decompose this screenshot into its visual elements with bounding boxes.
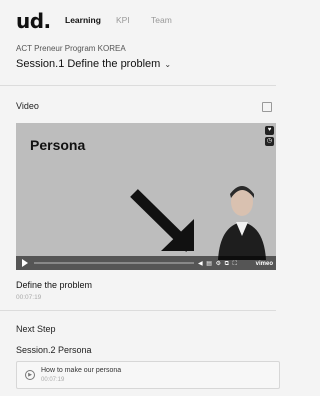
tab-team[interactable]: Team [151,15,172,25]
divider [0,85,276,86]
presenter-figure [218,186,266,260]
video-player[interactable]: Persona ♥ ◷ ◀ ▤ ⚙ ⧉ ⛶ vimeo [16,123,276,270]
video-duration: 00:07:19 [16,294,42,301]
panel-toggle-icon[interactable] [262,102,272,112]
progress-track[interactable] [34,262,194,264]
watch-later-icon[interactable]: ◷ [265,137,274,146]
lesson-duration: 00:07:19 [41,377,65,383]
program-name: ACT Preneur Program KOREA [16,44,126,53]
play-icon[interactable] [22,259,28,267]
player-control-icons[interactable]: ◀ ▤ ⚙ ⧉ ⛶ [198,260,238,268]
next-session-title: Session.2 Persona [16,345,92,355]
next-step-heading: Next Step [16,324,56,334]
video-section-heading: Video [16,101,39,111]
lesson-title: How to make our persona [41,367,122,374]
lesson-card[interactable]: ▶ How to make our persona 00:07:19 [16,361,280,389]
play-circle-icon: ▶ [25,370,35,380]
top-nav: ud. Learning KPI Team [0,0,276,42]
player-controls: ◀ ▤ ⚙ ⧉ ⛶ vimeo [16,256,276,270]
divider [0,310,276,311]
vimeo-logo[interactable]: vimeo [256,261,273,267]
session-selector[interactable]: Session.1 Define the problem ⌄ [16,58,171,70]
chevron-down-icon: ⌄ [164,59,172,69]
tab-learning[interactable]: Learning [65,15,101,25]
brand-logo[interactable]: ud. [16,9,51,33]
session-title: Session.1 Define the problem [16,58,161,70]
tab-kpi[interactable]: KPI [116,15,130,25]
like-icon[interactable]: ♥ [265,126,274,135]
video-name: Define the problem [16,280,93,290]
